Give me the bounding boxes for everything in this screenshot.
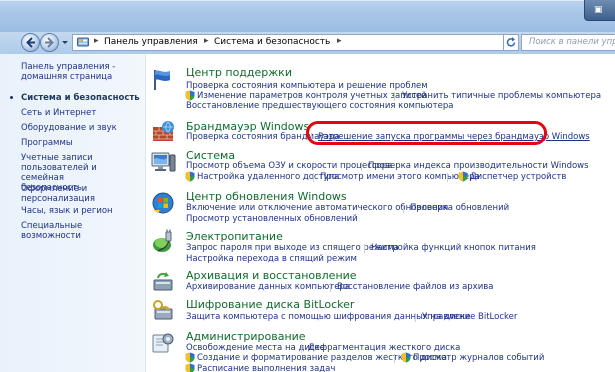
windows-update-icon [152,192,174,214]
firewall-icon [153,121,174,141]
category-title-bitlocker[interactable]: Шифрование диска BitLocker [186,298,354,311]
sidebar-item-line: Учетные записи [21,153,93,163]
back-arrow-icon [26,37,35,48]
left-navigation-pane: Панель управления - домашняя страница Си… [0,54,146,372]
link-view-event-logs[interactable]: Просмотр журналов событий [413,353,544,363]
link-separator [415,313,416,322]
refresh-icon [506,37,516,47]
address-bar[interactable]: ▸ Панель управления ▸ Система и безопасн… [72,34,569,51]
current-item-bullet-icon [10,96,13,99]
forward-button[interactable] [40,33,59,52]
maximize-button[interactable]: ▣ [584,0,615,21]
sidebar-item-hardware[interactable]: Оборудование и звук [21,123,141,133]
link-check-computer-status[interactable]: Проверка состояния компьютера и решение … [186,81,428,91]
sidebar-item-clock-language[interactable]: Часы, язык и регион [21,206,141,216]
link-separator [394,354,395,363]
forward-arrow-icon [45,37,54,48]
backup-restore-icon [153,272,173,291]
link-separator [403,204,404,213]
history-dropdown-icon[interactable] [60,37,70,47]
link-troubleshoot-problems[interactable]: Устранить типичные проблемы компьютера [402,91,601,101]
category-title-windows-update[interactable]: Центр обновления Windows [186,190,347,203]
system-computer-icon [151,152,176,172]
sidebar-item-line: пользователей и семейная [21,163,97,183]
link-restore-files[interactable]: Восстановление файлов из архива [337,282,493,292]
link-backup-computer[interactable]: Архивирование данных компьютера [186,282,350,292]
sidebar-home-link[interactable]: Панель управления - домашняя страница [21,62,141,82]
breadcrumb-system-security[interactable]: Система и безопасность [214,37,330,47]
navigation-bar: ▸ Панель управления ▸ Система и безопасн… [0,32,615,54]
breadcrumb-separator-icon[interactable]: ▸ [94,36,99,46]
link-power-buttons[interactable]: Настройка функций кнопок питания [371,243,536,253]
category-title-power[interactable]: Электропитание [186,230,283,243]
link-restore-previous-state[interactable]: Восстановление предшествующего состояния… [186,101,453,111]
link-free-disk-space[interactable]: Освобождение места на диске [186,343,325,353]
action-center-flag-icon [154,70,170,90]
link-check-performance-index[interactable]: Проверка индекса производительности Wind… [368,161,589,171]
link-separator [364,244,365,253]
uac-shield-icon [185,363,195,372]
uac-shield-icon [401,352,411,363]
window-titlebar: ▣ [0,0,615,32]
sidebar-item-appearance[interactable]: Оформление и персонализация [21,184,141,204]
bitlocker-icon [153,300,173,320]
link-remote-access-settings[interactable]: Настройка удаленного доступа [197,172,339,182]
link-view-computer-name[interactable]: Просмотр имени этого компьютера [320,172,480,182]
category-title-backup[interactable]: Архивация и восстановление [186,269,357,282]
back-button[interactable] [21,33,40,52]
sidebar-item-system-security[interactable]: Система и безопасность [21,93,141,103]
sidebar-item-accessibility[interactable]: Специальные возможности [21,221,141,241]
highlight-annotation [306,121,547,145]
link-toggle-auto-update[interactable]: Включение или отключение автоматического… [186,203,448,213]
link-separator [313,173,314,182]
link-sleep-settings[interactable]: Настройка перехода в спящий режим [186,254,357,264]
search-box[interactable]: Поиск в панели управления [521,34,615,51]
link-separator [330,283,331,292]
uac-shield-icon [458,171,468,182]
link-password-on-wakeup[interactable]: Запрос пароля при выходе из спящего режи… [186,243,399,253]
breadcrumb-separator-icon[interactable]: ▸ [337,36,342,46]
link-device-manager[interactable]: Диспетчер устройств [470,172,566,182]
administrative-tools-icon [152,333,174,353]
sidebar-home-line: Панель управления - [21,62,116,72]
link-change-uac-settings[interactable]: Изменение параметров контроля учетных за… [197,91,427,101]
link-separator [301,344,302,353]
power-options-icon [153,229,172,252]
search-placeholder: Поиск в панели управления [529,37,615,47]
link-task-scheduler[interactable]: Расписание выполнения задач [197,364,335,372]
link-defragment-disk[interactable]: Дефрагментация жесткого диска [308,343,460,353]
uac-shield-icon [185,171,195,182]
uac-shield-icon [185,352,195,363]
link-separator [394,92,395,101]
link-separator [361,162,362,171]
uac-shield-icon [185,90,195,101]
sidebar-item-network[interactable]: Сеть и Интернет [21,108,141,118]
category-title-admin-tools[interactable]: Администрирование [186,330,306,343]
link-manage-bitlocker[interactable]: Управление BitLocker [422,312,517,322]
link-view-installed-updates[interactable]: Просмотр установленных обновлений [186,214,358,224]
sidebar-item-programs[interactable]: Программы [21,138,141,148]
sidebar-home-line: домашняя страница [21,72,113,82]
breadcrumb-separator-icon[interactable]: ▸ [204,36,209,46]
control-panel-window: ▣ ▸ Панель управления ▸ Система и безопа… [0,0,615,372]
link-separator [447,173,448,182]
sidebar-item-line: персонализация [21,194,95,204]
category-title-support[interactable]: Центр поддержки [186,66,292,79]
breadcrumb-control-panel[interactable]: Панель управления [104,37,198,47]
maximize-icon: ▣ [594,5,603,15]
refresh-button[interactable] [503,34,519,51]
control-panel-icon [77,37,89,47]
link-check-updates[interactable]: Проверка обновлений [410,203,509,213]
sidebar-item-line: Оформление и [21,184,88,194]
